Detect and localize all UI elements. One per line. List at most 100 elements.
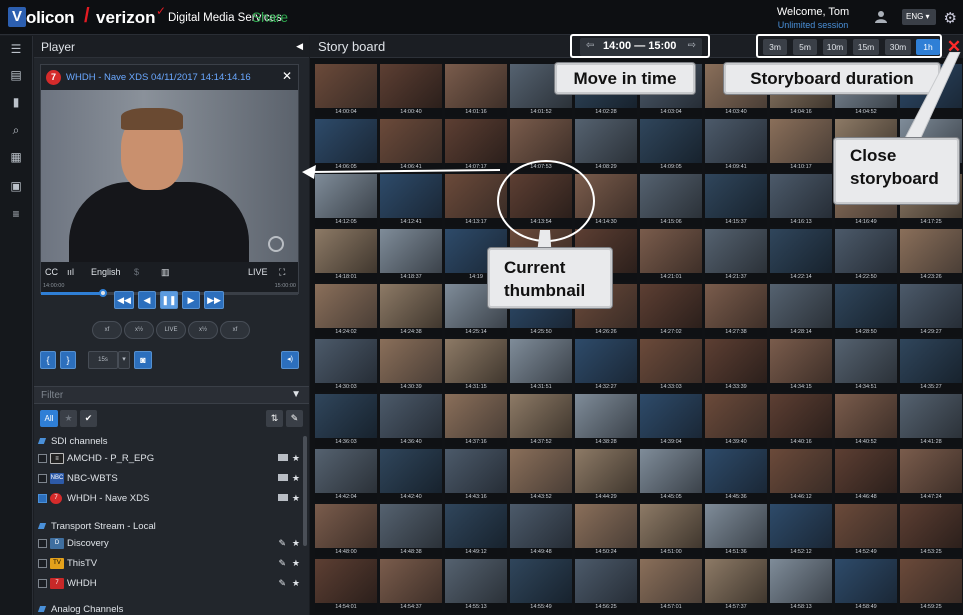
storyboard-thumbnail[interactable]: 14:43:16 <box>445 449 507 502</box>
group-transport-stream[interactable]: Transport Stream - Local <box>34 521 309 532</box>
storyboard-thumbnail[interactable]: 14:09:41 <box>705 119 767 172</box>
channel-row[interactable]: 7 WHDH - Nave XDS ★ <box>34 489 302 509</box>
speed-back-button[interactable]: x½ <box>124 321 154 339</box>
channel-checkbox[interactable] <box>38 539 47 548</box>
storyboard-thumbnail[interactable]: 14:49:48 <box>510 504 572 557</box>
storyboard-thumbnail[interactable]: 14:55:49 <box>510 559 572 612</box>
storyboard-thumbnail[interactable]: 14:39:04 <box>640 394 702 447</box>
storyboard-thumbnail[interactable]: 14:22:50 <box>835 229 897 282</box>
tools-icon[interactable]: ✎ <box>286 410 303 427</box>
storyboard-thumbnail[interactable]: 14:15:37 <box>705 174 767 227</box>
storyboard-thumbnail[interactable]: 14:51:00 <box>640 504 702 557</box>
storyboard-thumbnail[interactable]: 14:47:24 <box>900 449 962 502</box>
live-button[interactable]: LIVE <box>156 321 186 339</box>
storyboard-thumbnail[interactable]: 14:44:29 <box>575 449 637 502</box>
group-sdi-channels[interactable]: SDI channels <box>34 436 309 447</box>
storyboard-thumbnail[interactable]: 14:59:25 <box>900 559 962 612</box>
storyboard-thumbnail[interactable]: 14:35:27 <box>900 339 962 392</box>
channel-checkbox[interactable] <box>38 494 47 503</box>
storyboard-thumbnail[interactable]: 14:50:24 <box>575 504 637 557</box>
collapse-left-icon[interactable]: ◀ <box>296 41 303 52</box>
storyboard-thumbnail[interactable]: 14:10:17 <box>770 119 832 172</box>
channel-checkbox[interactable] <box>38 579 47 588</box>
storyboard-thumbnail[interactable]: 14:58:13 <box>770 559 832 612</box>
channel-row[interactable]: ≡ AMCHD - P_R_EPG ★ <box>34 449 302 469</box>
storyboard-thumbnail[interactable]: 14:31:51 <box>510 339 572 392</box>
document-icon[interactable]: ▥ <box>161 267 170 278</box>
monitor-icon[interactable]: ▣ <box>9 179 23 193</box>
storyboard-thumbnail[interactable]: 14:00:40 <box>380 64 442 117</box>
storyboard-thumbnail[interactable]: 14:38:28 <box>575 394 637 447</box>
search-icon[interactable]: ⌕ <box>9 123 23 137</box>
storyboard-thumbnail[interactable]: 14:52:12 <box>770 504 832 557</box>
storyboard-thumbnail[interactable]: 14:53:25 <box>900 504 962 557</box>
pause-button[interactable]: ❚❚ <box>160 291 178 309</box>
storyboard-thumbnail[interactable]: 14:36:03 <box>315 394 377 447</box>
all-filter-button[interactable]: All <box>40 410 58 427</box>
storyboard-thumbnail[interactable]: 14:45:05 <box>640 449 702 502</box>
storyboard-thumbnail[interactable]: 14:27:02 <box>640 284 702 337</box>
storyboard-thumbnail[interactable]: 14:39:40 <box>705 394 767 447</box>
storyboard-thumbnail[interactable]: 14:37:52 <box>510 394 572 447</box>
storyboard-thumbnail[interactable]: 14:00:04 <box>315 64 377 117</box>
play-button[interactable]: ▶ <box>182 291 200 309</box>
session-text[interactable]: Unlimited session <box>768 20 858 30</box>
layout-icon[interactable]: ▤ <box>9 68 23 82</box>
storyboard-thumbnail[interactable]: 14:54:01 <box>315 559 377 612</box>
star-icon[interactable]: ★ <box>292 578 300 589</box>
list-icon[interactable]: ≡ <box>9 207 23 221</box>
storyboard-thumbnail[interactable]: 14:33:39 <box>705 339 767 392</box>
storyboard-thumbnail[interactable]: 14:33:03 <box>640 339 702 392</box>
storyboard-thumbnail[interactable]: 14:42:04 <box>315 449 377 502</box>
snapshot-button[interactable]: ◙ <box>134 351 152 369</box>
storyboard-thumbnail[interactable]: 14:12:41 <box>380 174 442 227</box>
bookmark-icon[interactable]: ▮ <box>9 95 23 109</box>
storyboard-thumbnail[interactable]: 14:28:50 <box>835 284 897 337</box>
storyboard-thumbnail[interactable]: 14:54:37 <box>380 559 442 612</box>
mark-in-button[interactable]: { <box>40 351 56 369</box>
storyboard-thumbnail[interactable]: 14:30:39 <box>380 339 442 392</box>
user-icon[interactable] <box>874 10 888 24</box>
storyboard-thumbnail[interactable]: 14:28:14 <box>770 284 832 337</box>
live-label[interactable]: LIVE <box>248 267 268 277</box>
storyboard-thumbnail[interactable]: 14:45:36 <box>705 449 767 502</box>
language-select[interactable]: ENG ▾ <box>902 9 936 25</box>
storyboard-thumbnail[interactable]: 14:16:13 <box>770 174 832 227</box>
storyboard-thumbnail[interactable]: 14:46:48 <box>835 449 897 502</box>
edit-icon[interactable]: ✎ <box>278 538 286 549</box>
group-analog-channels[interactable]: Analog Channels <box>34 604 309 615</box>
channel-checkbox[interactable] <box>38 474 47 483</box>
video-frame[interactable] <box>41 90 298 262</box>
edit-icon[interactable]: ✎ <box>278 558 286 569</box>
filter-input[interactable]: Filter ▼ <box>34 386 309 404</box>
star-icon[interactable]: ★ <box>292 473 300 484</box>
channel-row[interactable]: D Discovery ✎ ★ <box>34 534 302 554</box>
storyboard-thumbnail[interactable]: 14:40:16 <box>770 394 832 447</box>
channel-checkbox[interactable] <box>38 559 47 568</box>
star-icon[interactable]: ★ <box>292 538 300 549</box>
star-icon[interactable]: ★ <box>292 453 300 464</box>
storyboard-thumbnail[interactable]: 14:01:16 <box>445 64 507 117</box>
storyboard-thumbnail[interactable]: 14:21:01 <box>640 229 702 282</box>
storyboard-thumbnail[interactable]: 14:09:05 <box>640 119 702 172</box>
speed-back-fast-button[interactable]: xf <box>92 321 122 339</box>
storyboard-thumbnail[interactable]: 14:31:15 <box>445 339 507 392</box>
storyboard-thumbnail[interactable]: 14:18:37 <box>380 229 442 282</box>
channel-list-scrollbar[interactable] <box>303 436 307 546</box>
storyboard-thumbnail[interactable]: 14:12:05 <box>315 174 377 227</box>
chevron-down-icon[interactable]: ▾ <box>118 351 130 369</box>
storyboard-thumbnail[interactable]: 14:46:12 <box>770 449 832 502</box>
storyboard-thumbnail[interactable]: 14:37:16 <box>445 394 507 447</box>
storyboard-thumbnail[interactable]: 14:32:27 <box>575 339 637 392</box>
storyboard-thumbnail[interactable]: 14:41:28 <box>900 394 962 447</box>
storyboard-thumbnail[interactable]: 14:34:15 <box>770 339 832 392</box>
channel-row[interactable]: TV ThisTV ✎ ★ <box>34 554 302 574</box>
storyboard-thumbnail[interactable]: 14:55:13 <box>445 559 507 612</box>
sort-icon[interactable]: ⇅ <box>266 410 283 427</box>
storyboard-thumbnail[interactable]: 14:24:38 <box>380 284 442 337</box>
storyboard-thumbnail[interactable]: 14:42:40 <box>380 449 442 502</box>
storyboard-thumbnail[interactable]: 14:30:03 <box>315 339 377 392</box>
storyboard-thumbnail[interactable]: 14:48:00 <box>315 504 377 557</box>
storyboard-thumbnail[interactable]: 14:49:12 <box>445 504 507 557</box>
calendar-icon[interactable]: ▦ <box>9 150 23 164</box>
